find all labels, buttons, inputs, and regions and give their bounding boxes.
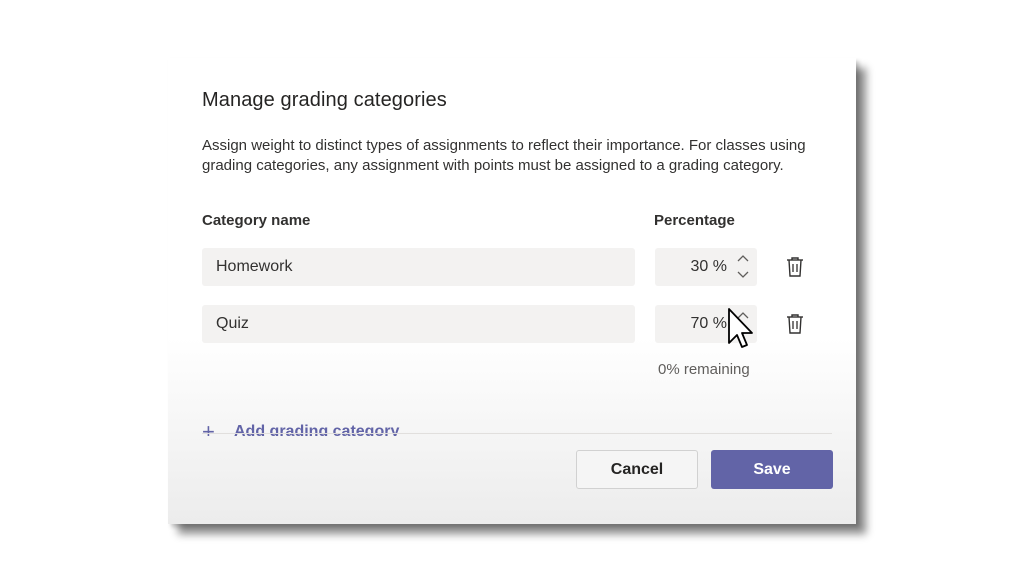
chevron-up-icon[interactable] (735, 308, 751, 322)
chevron-down-icon[interactable] (735, 325, 751, 339)
dialog-description: Assign weight to distinct types of assig… (202, 137, 806, 174)
percentage-column-label: Percentage (654, 212, 735, 229)
category-name-column-label: Category name (202, 212, 311, 229)
percentage-value: 30 % (690, 258, 727, 275)
dialog-title: Manage grading categories (202, 89, 447, 111)
percentage-stepper-quiz[interactable]: 70 % (655, 305, 757, 343)
category-name-input-homework[interactable] (202, 248, 635, 286)
screen: Manage grading categories Assign weight … (0, 0, 1024, 576)
trash-icon[interactable] (784, 312, 806, 336)
trash-icon[interactable] (784, 255, 806, 279)
divider (202, 433, 832, 434)
chevron-up-icon[interactable] (735, 251, 751, 265)
percentage-value: 70 % (690, 315, 727, 332)
percentage-stepper-homework[interactable]: 30 % (655, 248, 757, 286)
manage-grading-categories-dialog: Manage grading categories Assign weight … (168, 58, 856, 524)
chevron-down-icon[interactable] (735, 268, 751, 282)
category-name-input-quiz[interactable] (202, 305, 635, 343)
cancel-button[interactable]: Cancel (576, 450, 698, 489)
remaining-percentage-text: 0% remaining (658, 361, 750, 378)
save-button[interactable]: Save (711, 450, 833, 489)
